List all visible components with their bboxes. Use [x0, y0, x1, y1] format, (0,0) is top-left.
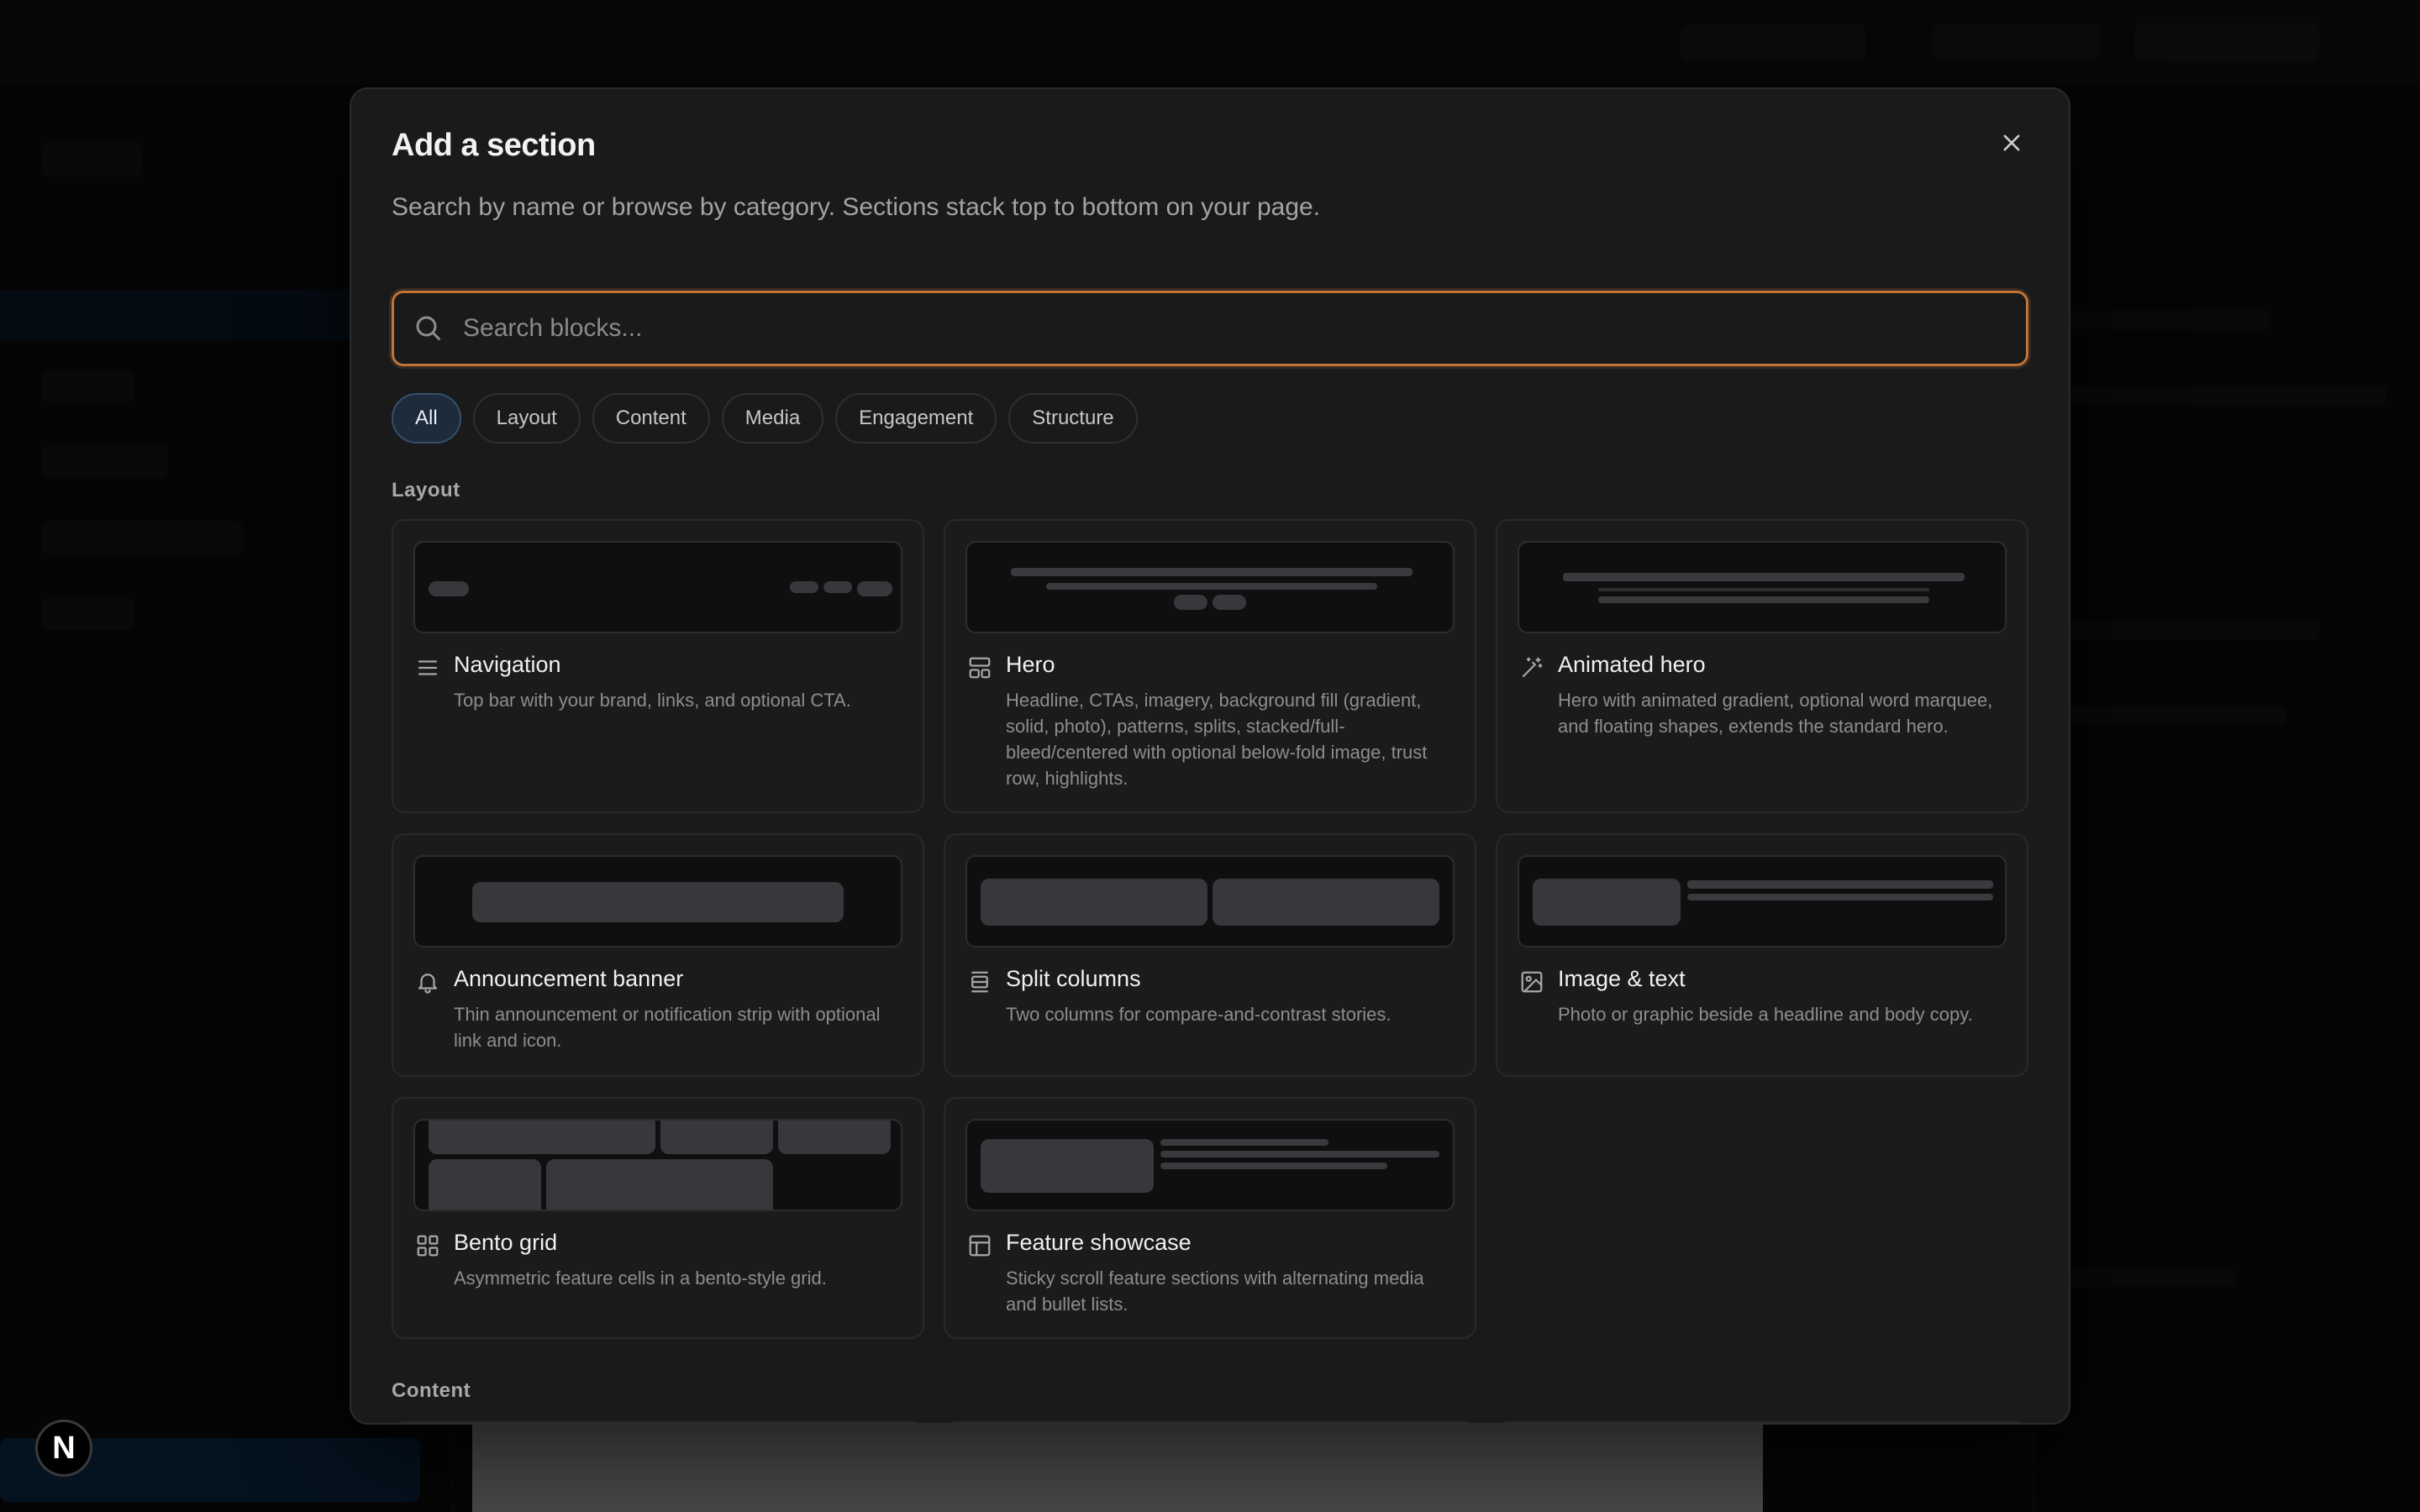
preview-shape: [429, 581, 469, 596]
filter-structure[interactable]: Structure: [1008, 393, 1138, 444]
block-card-split-columns[interactable]: Split columns Two columns for compare-an…: [944, 833, 1476, 1077]
block-card-navigation[interactable]: Navigation Top bar with your brand, link…: [392, 519, 924, 813]
block-description: Sticky scroll feature sections with alte…: [1006, 1268, 1424, 1315]
filter-media[interactable]: Media: [721, 393, 824, 444]
block-card-bento-grid[interactable]: Bento grid Asymmetric feature cells in a…: [392, 1097, 924, 1339]
block-title: Feature showcase: [1006, 1230, 1192, 1255]
block-title: Announcement banner: [454, 966, 684, 991]
filter-engagement[interactable]: Engagement: [835, 393, 997, 444]
preview-shape: [790, 581, 818, 593]
block-title: Split columns: [1006, 966, 1141, 991]
block-description: Asymmetric feature cells in a bento-styl…: [454, 1268, 827, 1289]
dialog-subtitle: Search by name or browse by category. Se…: [392, 193, 1321, 221]
block-preview: [413, 1119, 902, 1211]
close-icon: [2003, 134, 2020, 151]
preview-shape: [1011, 568, 1413, 576]
preview-shape: [1533, 879, 1681, 926]
search-input[interactable]: [463, 293, 2026, 364]
block-preview: [413, 855, 902, 948]
preview-shape: [823, 581, 852, 593]
block-card-partial[interactable]: [944, 1421, 1476, 1423]
layout-icon: [967, 655, 994, 682]
block-preview: [965, 1119, 1455, 1211]
block-card-partial[interactable]: [1496, 1421, 2028, 1423]
preview-shape: [546, 1159, 773, 1210]
block-card-hero[interactable]: Hero Headline, CTAs, imagery, background…: [944, 519, 1476, 813]
preview-shape: [857, 581, 892, 596]
block-title: Animated hero: [1558, 652, 1706, 677]
badge-letter: N: [52, 1430, 76, 1466]
preview-shape: [981, 879, 1207, 926]
preview-shape: [660, 1121, 773, 1154]
block-title: Navigation: [454, 652, 561, 677]
bell-icon: [415, 969, 442, 996]
menu-icon: [415, 655, 442, 682]
block-card-announcement-banner[interactable]: Announcement banner Thin announcement or…: [392, 833, 924, 1077]
preview-shape: [429, 1121, 655, 1154]
add-section-dialog: Add a section Search by name or browse b…: [350, 87, 2070, 1425]
preview-shape: [1160, 1139, 1328, 1146]
preview-shape: [1213, 595, 1246, 610]
block-preview: [413, 541, 902, 633]
preview-shape: [1563, 573, 1965, 581]
section-label-layout: Layout: [392, 479, 460, 501]
preview-shape: [1213, 879, 1439, 926]
preview-shape: [1598, 596, 1929, 603]
block-title: Hero: [1006, 652, 1055, 677]
block-card-feature-showcase[interactable]: Feature showcase Sticky scroll feature s…: [944, 1097, 1476, 1339]
dialog-title: Add a section: [392, 128, 596, 163]
image-icon: [1519, 969, 1546, 996]
magic-wand-icon: [1519, 655, 1546, 682]
block-title: Image & text: [1558, 966, 1686, 991]
preview-shape: [1598, 588, 1929, 591]
grid-icon: [415, 1233, 442, 1260]
block-preview: [1518, 855, 2007, 948]
preview-shape: [1046, 583, 1377, 590]
preview-shape: [1687, 880, 1993, 889]
block-card-animated-hero[interactable]: Animated hero Hero with animated gradien…: [1496, 519, 2028, 813]
category-filters: All Layout Content Media Engagement Stru…: [392, 393, 1138, 444]
panel-layout-icon: [967, 1233, 994, 1260]
block-description: Hero with animated gradient, optional wo…: [1558, 690, 1993, 737]
preview-shape: [1174, 595, 1207, 610]
close-button[interactable]: [1988, 119, 2035, 166]
split-rows-icon: [967, 969, 994, 996]
preview-shape: [981, 1139, 1154, 1193]
block-preview: [965, 855, 1455, 948]
preview-shape: [429, 1159, 541, 1210]
block-description: Photo or graphic beside a headline and b…: [1558, 1004, 1973, 1025]
n-badge-button[interactable]: N: [35, 1420, 92, 1477]
block-description: Top bar with your brand, links, and opti…: [454, 690, 851, 711]
filter-content[interactable]: Content: [592, 393, 710, 444]
search-icon: [413, 312, 445, 344]
preview-shape: [472, 882, 844, 922]
block-title: Bento grid: [454, 1230, 558, 1255]
block-card-image-text[interactable]: Image & text Photo or graphic beside a h…: [1496, 833, 2028, 1077]
filter-all[interactable]: All: [392, 393, 461, 444]
block-preview: [965, 541, 1455, 633]
search-box[interactable]: [392, 291, 2028, 366]
preview-shape: [1160, 1151, 1439, 1158]
section-label-content: Content: [392, 1379, 471, 1402]
block-card-partial[interactable]: [392, 1421, 924, 1423]
block-description: Headline, CTAs, imagery, background fill…: [1006, 690, 1428, 789]
block-description: Thin announcement or notification strip …: [454, 1004, 881, 1051]
filter-layout[interactable]: Layout: [472, 393, 581, 444]
block-description: Two columns for compare-and-contrast sto…: [1006, 1004, 1392, 1025]
preview-shape: [778, 1121, 891, 1154]
preview-shape: [1160, 1163, 1387, 1169]
preview-shape: [1687, 894, 1993, 900]
block-preview: [1518, 541, 2007, 633]
